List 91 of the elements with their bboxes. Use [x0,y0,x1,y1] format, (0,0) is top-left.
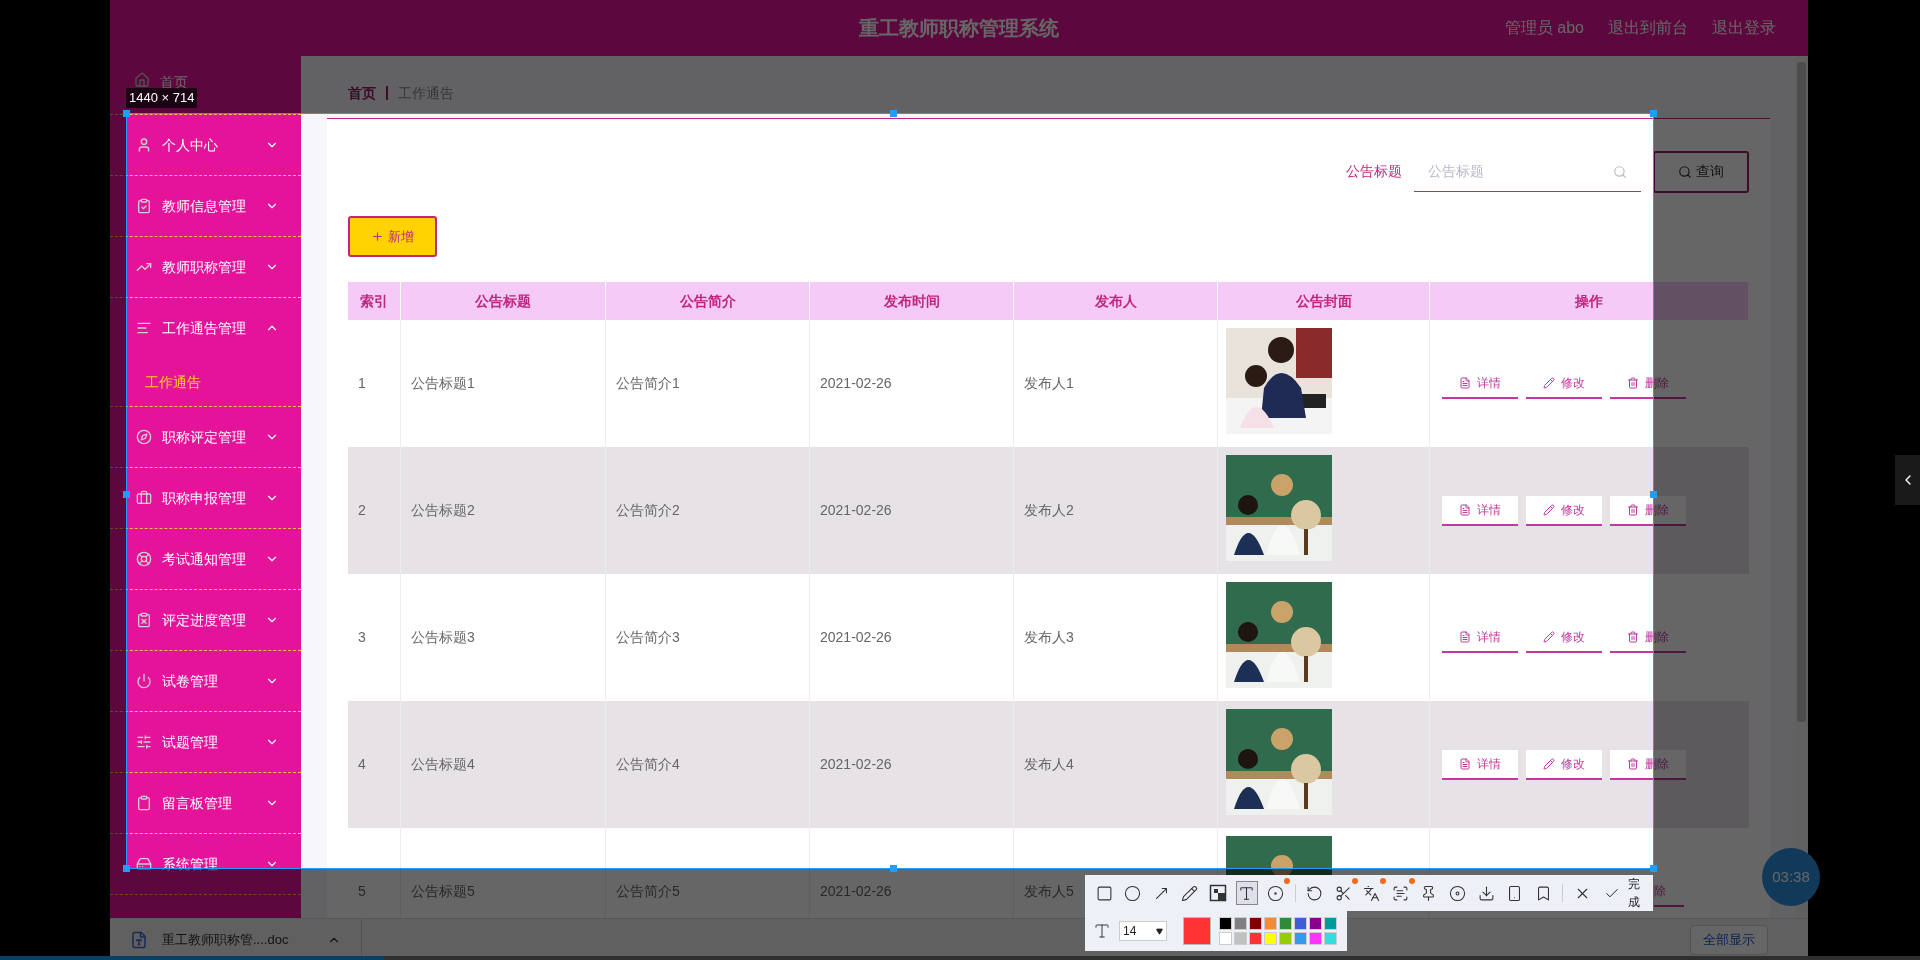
person-icon [136,137,152,153]
sidebar-item[interactable]: 工作通告管理 [110,298,301,358]
action-button[interactable]: 修改 [1526,622,1602,653]
document-icon [1459,630,1471,643]
sidebar-item[interactable]: 留言板管理 [110,773,301,833]
search-label: 公告标题 [1346,162,1402,181]
resize-handle[interactable] [1650,865,1657,872]
color-swatch[interactable] [1294,917,1307,930]
search-icon [1613,164,1627,179]
clipboard-check-icon [136,198,152,214]
compass-icon [136,429,152,445]
resize-handle[interactable] [1650,491,1657,498]
home-icon [134,72,150,88]
color-swatch[interactable] [1309,917,1322,930]
color-swatch[interactable] [1219,917,1232,930]
resize-handle[interactable] [890,110,897,117]
done-button[interactable]: 完成 [1603,875,1646,911]
font-size-select[interactable]: 14 [1119,921,1167,941]
resize-handle[interactable] [123,865,130,872]
color-swatch[interactable] [1309,932,1322,945]
sidebar-item[interactable]: 试卷管理 [110,651,301,711]
document-icon [130,930,148,949]
lines-icon [136,320,152,336]
pencil-icon [1543,757,1555,770]
trash-icon [1627,757,1639,770]
pencil-icon [1543,630,1555,643]
sidebar-item[interactable]: 考试通知管理 [110,529,301,589]
expand-tab[interactable] [1895,455,1920,505]
sidebar-item[interactable]: 教师职称管理 [110,237,301,297]
clipboard-icon [136,795,152,811]
sidebar-item[interactable]: 试题管理 [110,712,301,772]
color-swatch[interactable] [1279,932,1292,945]
resize-handle[interactable] [1650,110,1657,117]
plus-icon [371,230,384,243]
power-icon [136,673,152,689]
show-all-button[interactable]: 全部显示 [1690,924,1768,955]
color-swatch[interactable] [1234,917,1247,930]
pencil-icon [1543,503,1555,516]
color-swatch[interactable] [1219,932,1232,945]
color-swatch[interactable] [1234,932,1247,945]
color-swatch[interactable] [1264,932,1277,945]
sidebar-item[interactable]: 教师信息管理 [110,176,301,236]
action-button[interactable]: 详情 [1442,622,1518,653]
sidebar-item[interactable]: 个人中心 [110,115,301,175]
header-link[interactable]: 退出登录 [1712,16,1776,40]
color-swatch[interactable] [1264,917,1277,930]
search-field[interactable]: 公告标题 [1414,151,1641,192]
text-tool-icon[interactable] [1235,881,1259,905]
user-label: 管理员 abo [1504,18,1584,38]
search-button[interactable]: 查询 [1653,150,1749,193]
action-button[interactable]: 详情 [1442,368,1518,399]
trash-icon [1627,376,1639,389]
breadcrumb-link[interactable]: 首页 [348,82,376,104]
pencil-icon [1543,376,1555,389]
action-button[interactable]: 修改 [1526,368,1602,399]
submenu-item[interactable]: 工作通告 [110,358,301,406]
color-swatch[interactable] [1279,917,1292,930]
drive-icon [136,856,152,872]
briefcase-icon [136,490,152,506]
action-button[interactable]: 修改 [1526,749,1602,780]
sidebar-item[interactable]: 评定进度管理 [110,590,301,650]
sidebar-item[interactable]: 职称评定管理 [110,407,301,467]
clipboard-x-icon [136,612,152,628]
trash-icon [1627,630,1639,643]
action-button[interactable]: 详情 [1442,749,1518,780]
search-icon [1678,164,1692,179]
resize-handle[interactable] [123,110,130,117]
resize-handle[interactable] [890,865,897,872]
document-icon [1459,376,1471,389]
action-button[interactable]: 详情 [1442,495,1518,526]
app-title: 重工教师职称管理系统 [859,16,1059,41]
font-size-icon [1093,922,1111,940]
color-swatch[interactable] [1324,932,1337,945]
trash-icon [1627,503,1639,516]
document-icon [1459,757,1471,770]
file-name[interactable]: 重工教师职称管....doc [162,929,313,950]
color-swatch[interactable] [1324,917,1337,930]
color-swatch[interactable] [1249,932,1262,945]
current-color-swatch[interactable] [1183,917,1211,945]
lifebuoy-icon [136,551,152,567]
document-icon [1459,503,1471,516]
action-button[interactable]: 修改 [1526,495,1602,526]
color-swatch[interactable] [1249,917,1262,930]
resize-handle[interactable] [123,491,130,498]
sliders-icon [136,734,152,750]
size-label: 1440 × 714 [126,88,198,108]
color-swatch[interactable] [1294,932,1307,945]
sidebar-item[interactable]: 职称申报管理 [110,468,301,528]
caret-down-icon [1156,927,1163,935]
header-link[interactable]: 退出到前台 [1608,16,1688,40]
add-button[interactable]: 新增 [348,216,437,257]
